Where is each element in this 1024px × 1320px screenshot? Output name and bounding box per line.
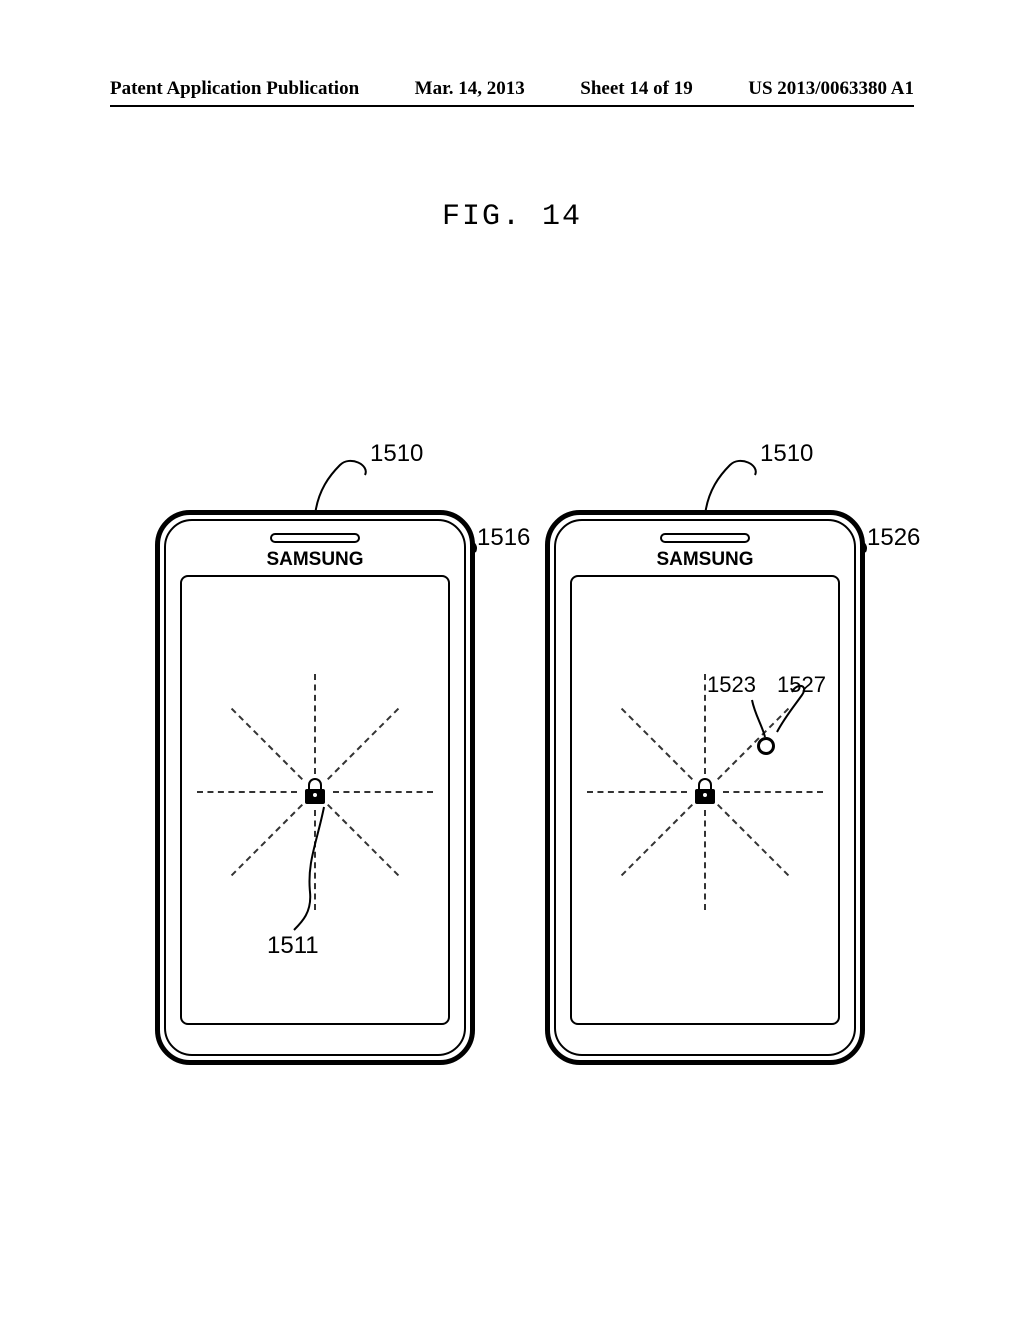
- ref-1527: 1527: [777, 672, 826, 698]
- ref-1523: 1523: [707, 672, 756, 698]
- phone-body-right: SAMSUNG: [545, 510, 865, 1065]
- touch-point-icon: [757, 737, 775, 755]
- patent-header: Patent Application Publication Mar. 14, …: [110, 78, 914, 100]
- screen-left: 1511: [180, 575, 450, 1025]
- ref-1526: 1526: [867, 524, 920, 552]
- header-divider: [110, 105, 914, 107]
- ref-1510-left: 1510: [370, 440, 423, 468]
- phone-body-left: SAMSUNG: [155, 510, 475, 1065]
- publication-date: Mar. 14, 2013: [415, 78, 525, 100]
- phone-right: 1510 1526 SAMSUNG: [545, 510, 865, 1065]
- phones-container: 1510 1516 SAMSUNG: [155, 510, 865, 1065]
- screen-right: 1523 1527: [570, 575, 840, 1025]
- ref-1516: 1516: [477, 524, 530, 552]
- leader-1511: [282, 802, 342, 932]
- sheet-number: Sheet 14 of 19: [580, 78, 692, 100]
- lock-icon-right: [695, 779, 715, 803]
- brand-label-right: SAMSUNG: [656, 549, 753, 571]
- speaker-icon: [270, 533, 360, 543]
- ref-1510-right: 1510: [760, 440, 813, 468]
- publication-number: US 2013/0063380 A1: [748, 78, 914, 100]
- lock-icon-left: [305, 779, 325, 803]
- brand-label-left: SAMSUNG: [266, 549, 363, 571]
- publication-type: Patent Application Publication: [110, 78, 359, 100]
- ref-1511: 1511: [267, 932, 319, 960]
- speaker-icon-right: [660, 533, 750, 543]
- phone-left: 1510 1516 SAMSUNG: [155, 510, 475, 1065]
- figure-label: FIG. 14: [442, 200, 582, 234]
